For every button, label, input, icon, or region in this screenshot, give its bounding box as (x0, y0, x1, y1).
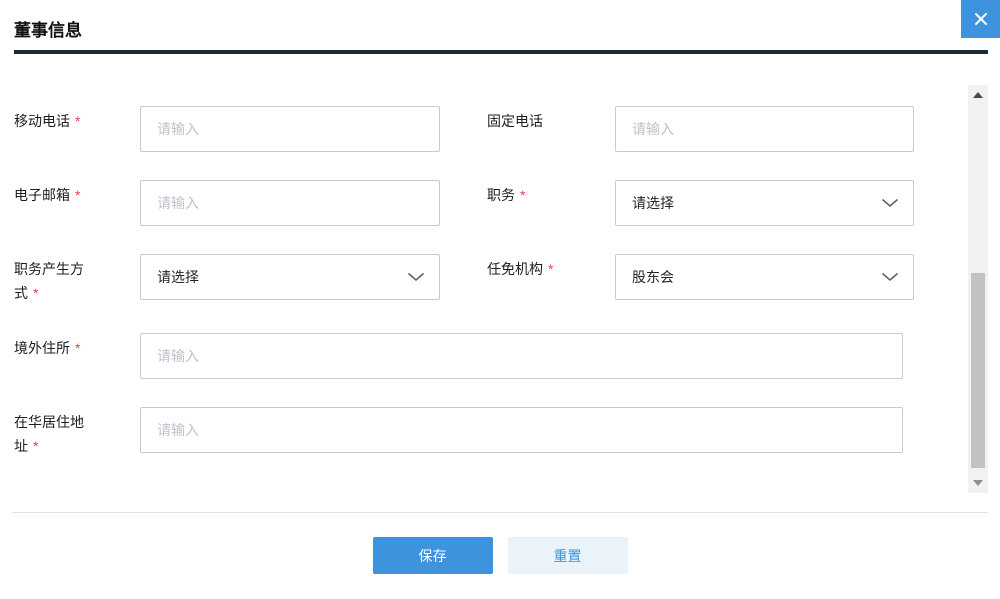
scrollbar-thumb[interactable] (971, 273, 985, 468)
chevron-down-icon (881, 198, 899, 208)
form-row: 移动电话* 固定电话 (14, 106, 1000, 152)
fixed-phone-label: 固定电话 (487, 106, 568, 152)
dialog-title: 董事信息 (14, 20, 82, 42)
mobile-phone-label: 移动电话* (14, 106, 94, 152)
required-asterisk: * (75, 113, 80, 129)
required-asterisk: * (548, 261, 553, 277)
scrollbar-up-button[interactable] (973, 92, 983, 98)
scrollbar-down-button[interactable] (973, 480, 983, 486)
chevron-down-icon (881, 272, 899, 282)
director-form: 移动电话* 固定电话 电子邮箱* 职务* 请选择 (0, 54, 1000, 458)
appointment-organ-label: 任免机构* (487, 254, 568, 305)
save-button[interactable]: 保存 (373, 537, 493, 574)
form-row: 在华居住地址* (14, 407, 1000, 458)
position-method-select-value: 请选择 (157, 267, 199, 287)
required-asterisk: * (33, 438, 38, 454)
form-row: 电子邮箱* 职务* 请选择 (14, 180, 1000, 226)
required-asterisk: * (75, 340, 80, 356)
email-label: 电子邮箱* (14, 180, 94, 226)
position-method-select[interactable]: 请选择 (140, 254, 440, 300)
appointment-organ-select-value: 股东会 (632, 267, 674, 287)
required-asterisk: * (75, 187, 80, 203)
required-asterisk: * (33, 285, 38, 301)
email-input[interactable] (140, 180, 440, 226)
position-method-label: 职务产生方式* (14, 254, 94, 305)
footer-actions: 保存 重置 (0, 537, 1000, 574)
form-scroll-area: 移动电话* 固定电话 电子邮箱* 职务* 请选择 (0, 54, 1000, 512)
china-address-input[interactable] (140, 407, 903, 453)
position-select-value: 请选择 (632, 193, 674, 213)
footer-divider (12, 512, 988, 513)
scrollbar-track[interactable] (968, 85, 988, 493)
position-select[interactable]: 请选择 (615, 180, 914, 226)
close-x-icon (971, 9, 991, 29)
fixed-phone-input[interactable] (615, 106, 914, 152)
overseas-address-label: 境外住所* (14, 333, 94, 379)
position-label: 职务* (487, 180, 568, 226)
overseas-address-input[interactable] (140, 333, 903, 379)
reset-button[interactable]: 重置 (508, 537, 628, 574)
chevron-down-icon (407, 272, 425, 282)
china-address-label: 在华居住地址* (14, 407, 94, 458)
form-row: 境外住所* (14, 333, 1000, 379)
form-row: 职务产生方式* 请选择 任免机构* 股东会 (14, 254, 1000, 305)
mobile-phone-input[interactable] (140, 106, 440, 152)
required-asterisk: * (520, 187, 525, 203)
director-info-dialog: 董事信息 移动电话* 固定电话 电子邮箱* (0, 0, 1000, 599)
close-button[interactable] (961, 0, 1000, 38)
appointment-organ-select[interactable]: 股东会 (615, 254, 914, 300)
